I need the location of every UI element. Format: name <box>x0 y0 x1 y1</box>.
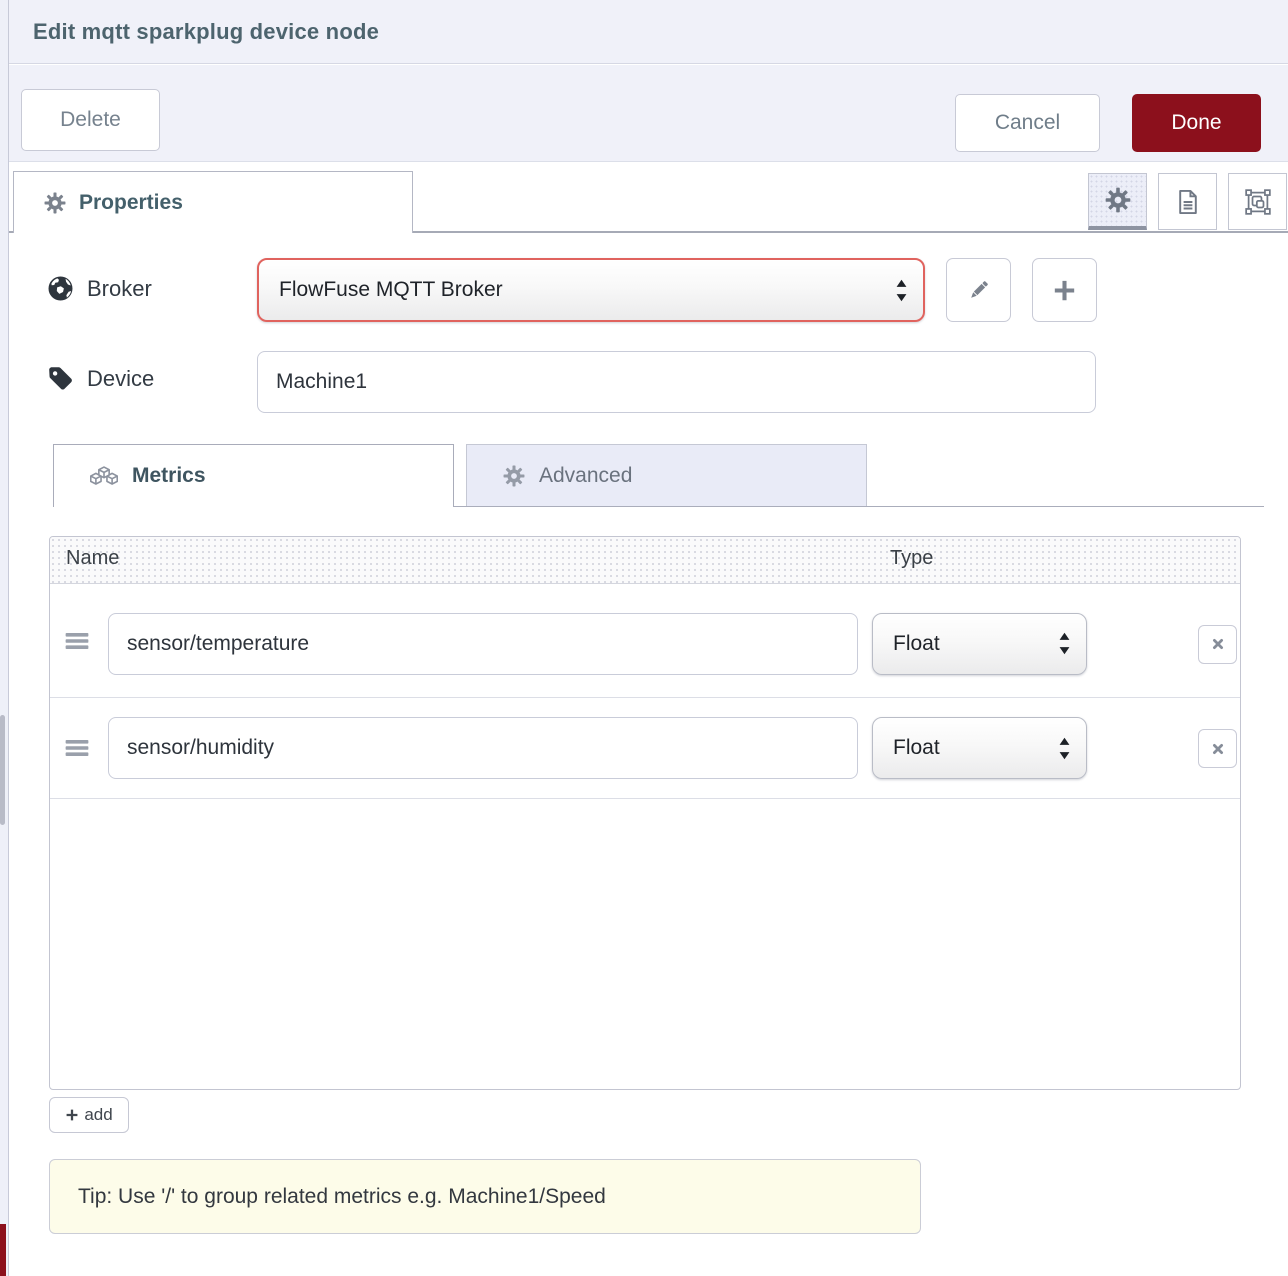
cancel-button[interactable]: Cancel <box>955 94 1100 152</box>
metric-type-select[interactable]: Float <box>872 717 1087 779</box>
document-icon <box>1175 189 1201 215</box>
select-arrows-icon <box>1057 630 1072 657</box>
dialog-title: Edit mqtt sparkplug device node <box>9 19 379 45</box>
select-arrows-icon <box>894 277 909 304</box>
node-sliver <box>0 1224 6 1276</box>
tip-text: Tip: Use '/' to group related metrics e.… <box>50 1185 606 1209</box>
dialog-header: Edit mqtt sparkplug device node <box>9 0 1288 64</box>
edit-node-dialog: Edit mqtt sparkplug device node Delete C… <box>0 0 1288 1276</box>
pencil-icon <box>966 278 991 303</box>
device-input[interactable] <box>257 351 1096 413</box>
metrics-list: Name Type Float Float <box>49 536 1241 1090</box>
dialog-action-bar: Delete Cancel Done <box>9 65 1288 162</box>
add-metric-button[interactable]: add <box>49 1097 129 1133</box>
subtab-divider <box>453 506 1264 507</box>
editor-tab-bar: Properties <box>9 162 1288 233</box>
metric-name-input[interactable] <box>108 613 858 675</box>
device-label: Device <box>47 365 154 392</box>
times-icon <box>1210 636 1226 652</box>
metric-name-input[interactable] <box>108 717 858 779</box>
tab-properties[interactable]: Properties <box>13 171 413 233</box>
workspace-edge <box>0 0 9 1276</box>
grip-lines-icon[interactable] <box>64 735 90 761</box>
tab-metrics-label: Metrics <box>132 464 206 488</box>
tab-advanced[interactable]: Advanced <box>466 444 867 507</box>
metric-row: Float <box>50 584 1240 698</box>
description-icon-button[interactable] <box>1158 173 1217 230</box>
select-arrows-icon <box>1057 735 1072 762</box>
properties-icon-button[interactable] <box>1088 173 1147 230</box>
metric-type-value: Float <box>873 632 1057 656</box>
edit-broker-button[interactable] <box>946 258 1011 322</box>
column-header-type: Type <box>890 547 933 570</box>
globe-icon <box>47 275 74 302</box>
tag-icon <box>47 365 74 392</box>
broker-label-text: Broker <box>87 276 152 302</box>
metric-type-value: Float <box>873 736 1057 760</box>
remove-metric-button[interactable] <box>1198 729 1237 768</box>
gear-icon <box>1105 187 1131 213</box>
scrollbar-thumb[interactable] <box>0 715 5 825</box>
cubes-icon <box>90 465 118 488</box>
remove-metric-button[interactable] <box>1198 625 1237 664</box>
metric-type-select[interactable]: Float <box>872 613 1087 675</box>
broker-select-value: FlowFuse MQTT Broker <box>259 278 894 302</box>
appearance-icon-button[interactable] <box>1228 173 1287 230</box>
gear-icon <box>503 465 525 487</box>
tab-metrics[interactable]: Metrics <box>53 444 454 507</box>
broker-label: Broker <box>47 275 152 302</box>
times-icon <box>1210 741 1226 757</box>
gear-icon <box>44 192 66 214</box>
object-group-icon <box>1245 189 1271 215</box>
metrics-list-header: Name Type <box>50 537 1240 584</box>
broker-select[interactable]: FlowFuse MQTT Broker <box>257 258 925 322</box>
tab-properties-label: Properties <box>79 191 183 215</box>
column-header-name: Name <box>66 547 119 570</box>
add-metric-label: add <box>84 1105 112 1125</box>
add-broker-button[interactable] <box>1032 258 1097 322</box>
tip-box: Tip: Use '/' to group related metrics e.… <box>49 1159 921 1234</box>
dialog-content: Broker FlowFuse MQTT Broker Device Metri… <box>9 233 1288 1276</box>
grip-lines-icon[interactable] <box>64 628 90 654</box>
tab-advanced-label: Advanced <box>539 464 632 488</box>
plus-icon <box>65 1108 79 1122</box>
delete-button[interactable]: Delete <box>21 89 160 151</box>
done-button[interactable]: Done <box>1132 94 1261 152</box>
plus-icon <box>1052 278 1077 303</box>
device-label-text: Device <box>87 366 154 392</box>
metric-row: Float <box>50 698 1240 799</box>
